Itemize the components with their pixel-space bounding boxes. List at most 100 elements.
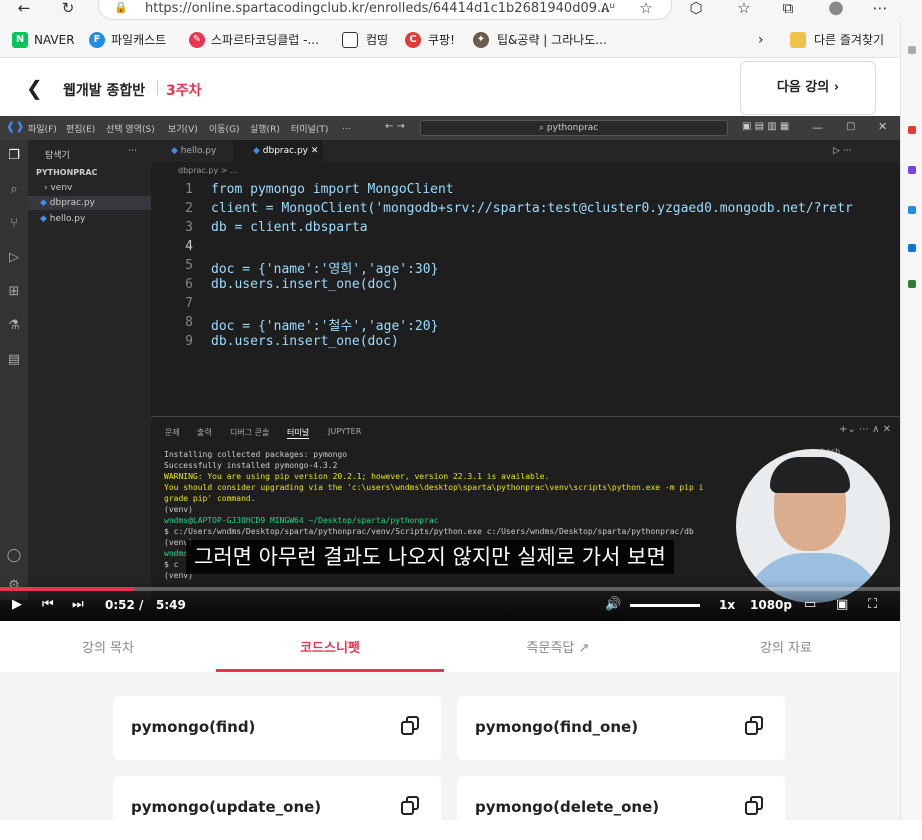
account-icon[interactable]: ◯ xyxy=(6,548,22,564)
copy-icon[interactable] xyxy=(401,716,419,736)
lecture-tabs: 강의 목차 코드스니펫 즉문즉답 ↗ 강의 자료 xyxy=(0,621,900,672)
editor-tabs: ◆ hello.py ◆ dbprac.py ✕ ▷ ⋯ xyxy=(151,140,900,162)
tree-item-hello[interactable]: ◆ hello.py xyxy=(40,214,85,224)
menu-file[interactable]: 파일(F) xyxy=(28,122,57,135)
coupang-icon: C xyxy=(405,32,421,48)
panel-tab-problems[interactable]: 문제 xyxy=(165,427,180,438)
menu-terminal[interactable]: 터미널(T) xyxy=(291,122,328,135)
copy-icon[interactable] xyxy=(401,796,419,816)
nav-arrows-icon[interactable]: ← → xyxy=(385,121,405,132)
panel-tab-output[interactable]: 출력 xyxy=(197,427,212,438)
maximize-icon[interactable]: ▢ xyxy=(846,121,855,132)
copy-icon[interactable] xyxy=(745,716,763,736)
play-icon[interactable]: ▶ xyxy=(12,596,22,614)
source-control-icon[interactable]: ⑂ xyxy=(6,216,22,232)
lock-icon[interactable]: 🔒 xyxy=(114,0,128,16)
volume-slider[interactable] xyxy=(630,604,700,607)
code-line: db.users.insert_one(doc) xyxy=(211,334,399,349)
menu-more[interactable]: ... xyxy=(342,122,351,132)
tab-hello[interactable]: ◆ hello.py xyxy=(151,140,233,162)
address-bar: ← ↻ 🔒 https://online.spartacodingclub.kr… xyxy=(0,0,922,22)
line-number: 8 xyxy=(185,315,193,330)
tab-curriculum[interactable]: 강의 목차 xyxy=(0,637,216,656)
bookmark-naver[interactable]: NAVER xyxy=(34,32,75,48)
more-icon[interactable]: ⋯ xyxy=(128,146,137,156)
captions-icon[interactable]: ▭ xyxy=(804,596,816,614)
explorer-panel: 탐색기 ⋯ PYTHONPRAC › venv ◆ dbprac.py ◆ he… xyxy=(28,140,151,600)
favorites-icon[interactable]: ☆ xyxy=(734,0,754,16)
minimize-icon[interactable]: — xyxy=(812,121,823,134)
explorer-icon[interactable]: ❐ xyxy=(6,148,22,164)
sidebar-games-icon[interactable] xyxy=(908,206,916,214)
search-icon[interactable]: ⌕ xyxy=(6,182,22,198)
tree-item-dbprac[interactable]: ◆ dbprac.py xyxy=(40,198,95,208)
bookmark-granado[interactable]: 팁&공략 | 그라나도... xyxy=(497,32,607,48)
collections-icon[interactable]: ⧉ xyxy=(778,0,798,16)
menu-selection[interactable]: 선택 영역(S) xyxy=(106,122,155,135)
copy-icon[interactable] xyxy=(745,796,763,816)
pip-icon[interactable]: ▣ xyxy=(836,596,848,614)
bookmark-other-favorites[interactable]: 다른 즐겨찾기 xyxy=(814,32,884,48)
extensions-icon[interactable]: ⬡ xyxy=(686,0,706,16)
sidebar-office-icon[interactable] xyxy=(908,244,916,252)
progress-fill xyxy=(0,587,135,591)
sidebar-tools-icon[interactable] xyxy=(908,166,916,174)
fullscreen-icon[interactable]: ⛶ xyxy=(868,596,877,614)
panel-tab-debug[interactable]: 디버그 콘솔 xyxy=(230,427,269,438)
snippet-card[interactable]: pymongo(find_one) xyxy=(457,696,785,760)
menu-go[interactable]: 이동(G) xyxy=(209,122,240,135)
bookmark-filecast[interactable]: 파일캐스트 xyxy=(111,32,166,48)
tab-materials[interactable]: 강의 자료 xyxy=(672,637,900,656)
instructor-hair xyxy=(770,457,850,493)
sidebar-outlook-icon[interactable] xyxy=(908,280,916,288)
tab-qna[interactable]: 즉문즉답 ↗ xyxy=(444,637,672,656)
quality-button[interactable]: 1080p xyxy=(750,596,792,614)
back-arrow-icon[interactable]: ← xyxy=(14,0,34,16)
bookmark-comtting[interactable]: 컴띵 xyxy=(366,32,388,48)
more-menu-icon[interactable]: ⋯ xyxy=(870,0,890,16)
chevron-right-icon[interactable]: › xyxy=(758,32,764,48)
sidebar-search-icon[interactable] xyxy=(908,46,916,54)
layout-icons[interactable]: ▣ ▤ ▥ ▦ xyxy=(742,121,789,132)
skip-forward-icon[interactable]: ⏭ xyxy=(72,596,84,614)
read-aloud-icon[interactable]: Aᵁ xyxy=(598,0,618,16)
bookmark-sparta[interactable]: 스파르타코딩클럽 -... xyxy=(211,32,319,48)
code-editor[interactable]: 1 from pymongo import MongoClient 2 client… xyxy=(151,178,853,413)
sidebar-shopping-icon[interactable] xyxy=(908,126,916,134)
panel-actions-icon[interactable]: +⌄ ⋯ ∧ ✕ xyxy=(839,424,891,435)
project-folder[interactable]: PYTHONPRAC xyxy=(36,168,97,177)
profile-icon[interactable]: ● xyxy=(826,0,846,17)
snippet-card[interactable]: pymongo(delete_one) xyxy=(457,776,785,840)
vscode-titlebar: ❰❱ 파일(F) 편집(E) 선택 영역(S) 보기(V) 이동(G) 실행(R… xyxy=(0,116,900,140)
refresh-icon[interactable]: ↻ xyxy=(58,0,78,16)
notebook-icon[interactable]: ▤ xyxy=(6,352,22,368)
volume-icon[interactable]: 🔊 xyxy=(605,596,621,614)
testing-icon[interactable]: ⚗ xyxy=(6,318,22,334)
menu-view[interactable]: 보기(V) xyxy=(168,122,198,135)
next-lecture-button[interactable]: 다음 강의 › xyxy=(740,61,876,115)
editor-actions-icon[interactable]: ▷ ⋯ xyxy=(827,140,897,162)
panel-tab-terminal[interactable]: 터미널 xyxy=(287,427,310,439)
panel-tab-jupyter[interactable]: JUPYTER xyxy=(328,427,361,436)
extensions-icon[interactable]: ⊞ xyxy=(6,284,22,300)
snippet-card[interactable]: pymongo(find) xyxy=(113,696,441,760)
video-player[interactable]: ❰❱ 파일(F) 편집(E) 선택 영역(S) 보기(V) 이동(G) 실행(R… xyxy=(0,116,900,621)
close-icon[interactable]: ✕ xyxy=(878,120,887,133)
snippet-title: pymongo(update_one) xyxy=(131,798,322,816)
command-center[interactable]: ⌕ pythonprac xyxy=(420,120,728,136)
skip-back-icon[interactable]: ⏮ xyxy=(42,596,54,614)
favorite-add-icon[interactable]: ☆ xyxy=(636,0,656,16)
bookmark-coupang[interactable]: 쿠팡! xyxy=(428,32,455,48)
tab-dbprac[interactable]: ◆ dbprac.py ✕ xyxy=(233,140,323,162)
url-text: https://online.spartacodingclub.kr/enrol… xyxy=(145,1,610,16)
run-debug-icon[interactable]: ▷ xyxy=(6,250,22,266)
snippet-grid: pymongo(find) pymongo(find_one) pymongo(… xyxy=(0,672,900,840)
tab-code-snippet[interactable]: 코드스니펫 xyxy=(216,637,444,656)
menu-edit[interactable]: 편집(E) xyxy=(66,122,95,135)
progress-bar[interactable] xyxy=(0,587,900,591)
back-chevron-icon[interactable]: ❮ xyxy=(26,78,43,98)
speed-button[interactable]: 1x xyxy=(719,596,735,614)
menu-run[interactable]: 실행(R) xyxy=(250,122,280,135)
tree-item-venv[interactable]: › venv xyxy=(44,183,72,193)
snippet-card[interactable]: pymongo(update_one) xyxy=(113,776,441,840)
